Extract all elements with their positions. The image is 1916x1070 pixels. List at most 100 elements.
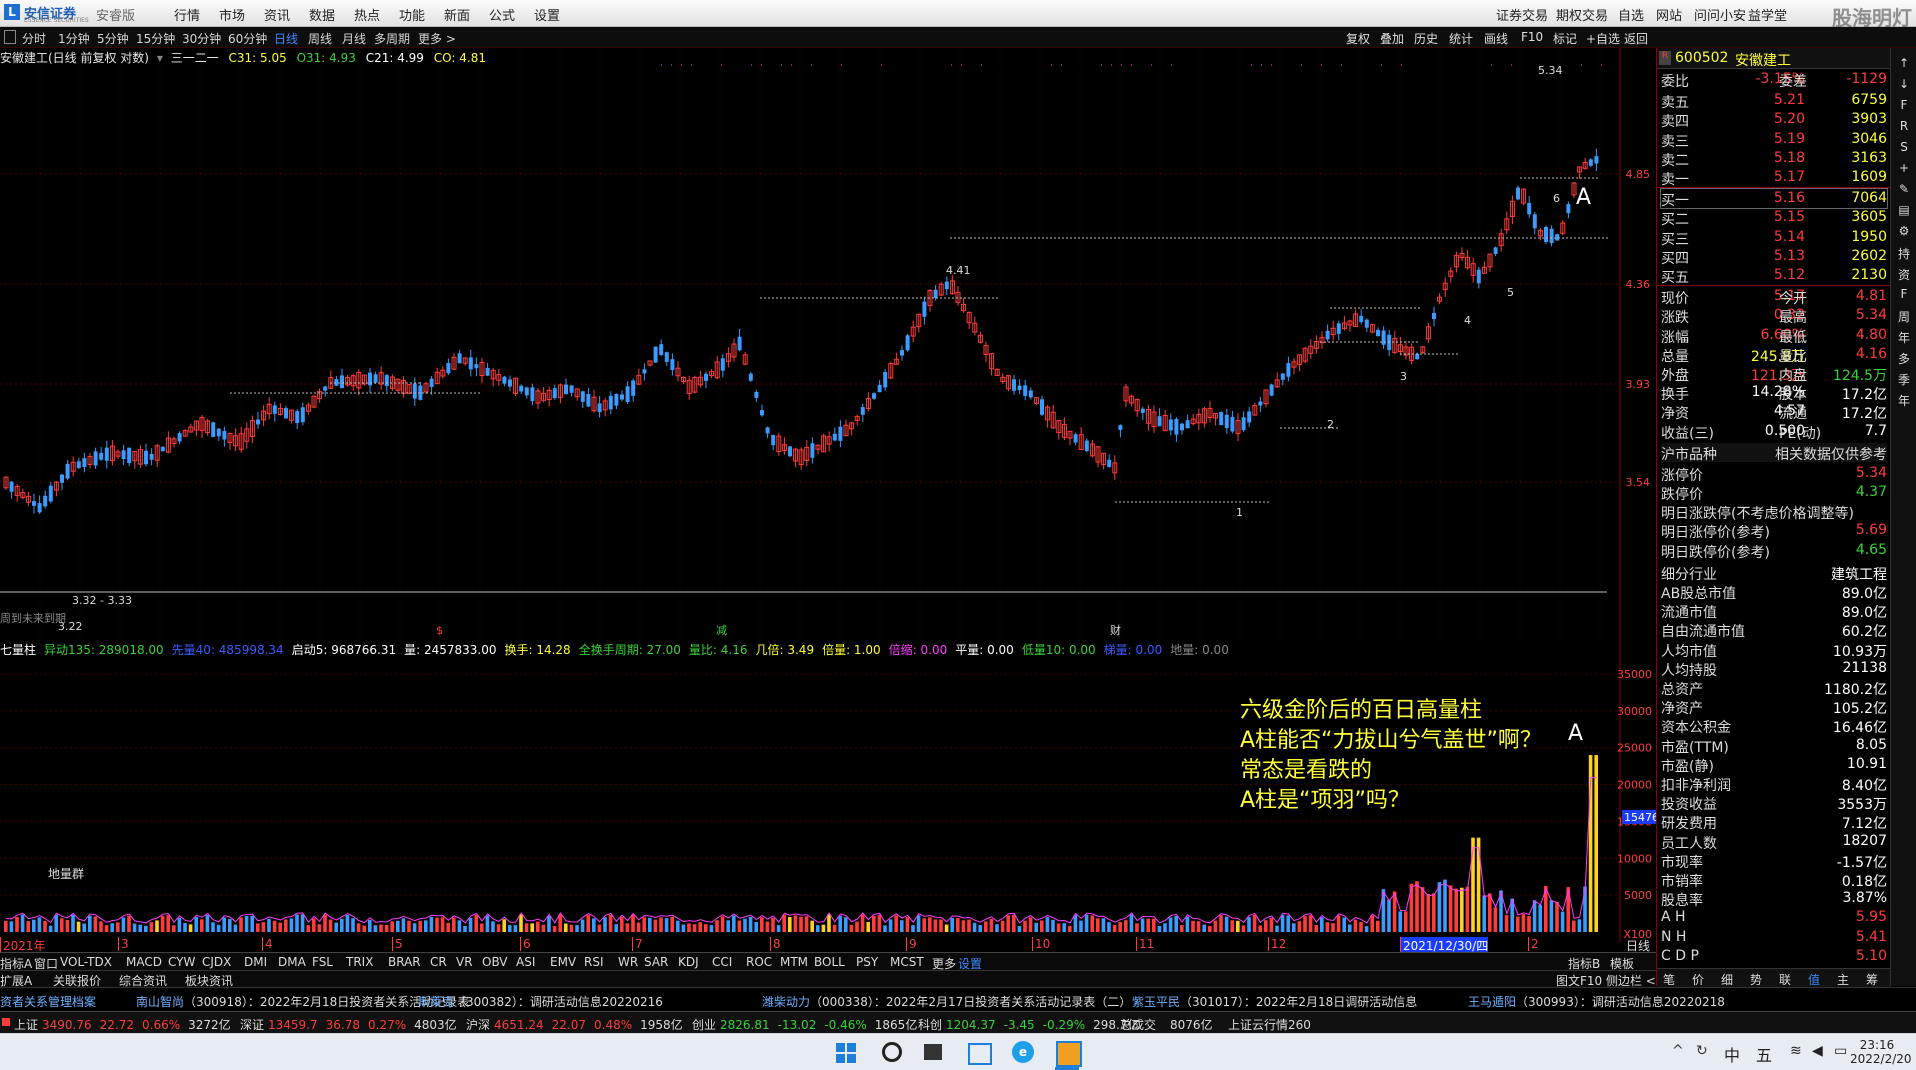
- indicator-tab-7[interactable]: DMI: [244, 955, 267, 969]
- side-tool-8[interactable]: ▤: [1895, 203, 1913, 221]
- news-item[interactable]: 王马遁阳（300993）：调研活动信息20220218: [1468, 993, 1725, 1010]
- news-item[interactable]: 资者关系管理档案: [0, 993, 96, 1010]
- indicator-tab-22[interactable]: ROC: [746, 955, 772, 969]
- chart-tool-5[interactable]: 画线: [1484, 30, 1508, 47]
- battery-icon[interactable]: ▭: [1834, 1043, 1847, 1059]
- widgets-icon[interactable]: [968, 1043, 992, 1065]
- side-tool-7[interactable]: ✎: [1895, 182, 1913, 200]
- clock[interactable]: 23:16 2022/2/20: [1850, 1038, 1912, 1066]
- menu-2[interactable]: 市场: [219, 5, 245, 24]
- menu-right-1[interactable]: 证券交易: [1496, 5, 1548, 24]
- menu-1[interactable]: 行情: [174, 5, 200, 24]
- chart-tool-6[interactable]: F10: [1521, 30, 1543, 44]
- indicator-tab-18[interactable]: WR: [618, 955, 638, 969]
- chart-tool-8[interactable]: +自选: [1586, 30, 1620, 47]
- news-item[interactable]: 潍柴动力（000338）：2022年2月17日投资者关系活动记录表（二）: [762, 993, 1131, 1010]
- side-tool-9[interactable]: ⚙: [1895, 224, 1913, 242]
- period-tab-11[interactable]: 更多 >: [418, 30, 456, 47]
- chart-tool-1[interactable]: 复权: [1346, 30, 1370, 47]
- menu-right-2[interactable]: 期权交易: [1556, 5, 1608, 24]
- indicator-tab-11[interactable]: BRAR: [388, 955, 421, 969]
- search-icon[interactable]: [882, 1042, 902, 1062]
- period-tab-2[interactable]: 1分钟: [58, 30, 90, 47]
- tray-arrow-icon[interactable]: ^: [1672, 1043, 1684, 1059]
- indicator-tab-9[interactable]: FSL: [312, 955, 333, 969]
- layout-icon[interactable]: [4, 30, 16, 44]
- menu-4[interactable]: 数据: [309, 5, 335, 24]
- chart-tool-3[interactable]: 历史: [1414, 30, 1438, 47]
- side-tool-10[interactable]: 持: [1895, 245, 1913, 263]
- menu-5[interactable]: 热点: [354, 5, 380, 24]
- app-running-icon[interactable]: [1056, 1041, 1082, 1067]
- quote-tab-7[interactable]: 主: [1837, 971, 1849, 988]
- menu-right-3[interactable]: 自选: [1618, 5, 1644, 24]
- ime-mode[interactable]: 五: [1756, 1042, 1772, 1066]
- indicator-tab-8[interactable]: DMA: [278, 955, 306, 969]
- side-tool-13[interactable]: 周: [1895, 308, 1913, 326]
- side-tool-1[interactable]: ↑: [1895, 56, 1913, 74]
- quote-tab-2[interactable]: 价: [1692, 971, 1704, 988]
- indicator-tab-4[interactable]: MACD: [126, 955, 162, 969]
- menu-6[interactable]: 功能: [399, 5, 425, 24]
- index-item[interactable]: 上证 3490.76 22.72 0.66% 3272亿: [14, 1016, 231, 1033]
- speaker-icon[interactable]: ◀: [1812, 1043, 1823, 1059]
- indicator-tab-26[interactable]: MCST: [890, 955, 924, 969]
- side-tool-5[interactable]: S: [1895, 140, 1913, 158]
- quote-tab-8[interactable]: 筹: [1866, 971, 1878, 988]
- index-item[interactable]: 创业 2826.81 -13.02 -0.46% 1865亿: [692, 1016, 917, 1033]
- quote-tab-6[interactable]: 值: [1808, 971, 1820, 988]
- task-view-icon[interactable]: [924, 1044, 942, 1060]
- period-tab-8[interactable]: 周线: [308, 30, 332, 47]
- menu-8[interactable]: 公式: [489, 5, 515, 24]
- period-tab-5[interactable]: 30分钟: [182, 30, 221, 47]
- period-tab-10[interactable]: 多周期: [374, 30, 410, 47]
- indicator-tab-20[interactable]: KDJ: [678, 955, 699, 969]
- tray-app-icon[interactable]: ↻: [1696, 1043, 1708, 1059]
- indicator-tab-12[interactable]: CR: [430, 955, 447, 969]
- chart-tool-7[interactable]: 标记: [1553, 30, 1577, 47]
- kline-chart[interactable]: 4.854.363.933.544.413.223.32 - 3.33周到未来到…: [0, 48, 1656, 640]
- indicator-tab-10[interactable]: TRIX: [346, 955, 373, 969]
- menu-7[interactable]: 新面: [444, 5, 470, 24]
- start-icon[interactable]: [836, 1043, 856, 1063]
- period-tab-9[interactable]: 月线: [342, 30, 366, 47]
- ime-lang[interactable]: 中: [1724, 1042, 1740, 1066]
- indicator-tab-13[interactable]: VR: [456, 955, 473, 969]
- side-tool-14[interactable]: 年: [1895, 329, 1913, 347]
- indicator-tab-17[interactable]: RSI: [584, 955, 604, 969]
- period-tab-1[interactable]: 分时: [22, 30, 46, 47]
- side-tool-6[interactable]: +: [1895, 161, 1913, 179]
- side-tool-17[interactable]: 年: [1895, 392, 1913, 410]
- period-tab-3[interactable]: 5分钟: [97, 30, 129, 47]
- index-item[interactable]: 科创 1204.37 -3.45 -0.29% 298.7亿: [918, 1016, 1140, 1033]
- indicator-tab-24[interactable]: BOLL: [814, 955, 845, 969]
- menu-right-4[interactable]: 网站: [1656, 5, 1682, 24]
- index-item[interactable]: 深证 13459.7 36.78 0.27% 4803亿: [240, 1016, 457, 1033]
- chart-tool-9[interactable]: 返回: [1624, 30, 1648, 47]
- side-tool-12[interactable]: F: [1895, 287, 1913, 305]
- menu-9[interactable]: 设置: [534, 5, 560, 24]
- indicator-tab-25[interactable]: PSY: [856, 955, 878, 969]
- indicator-tab-19[interactable]: SAR: [644, 955, 668, 969]
- quote-tab-4[interactable]: 势: [1750, 971, 1762, 988]
- indicator-tab-5[interactable]: CYW: [168, 955, 195, 969]
- side-tool-2[interactable]: ↓: [1895, 77, 1913, 95]
- menu-right-5[interactable]: 问问小安: [1694, 5, 1746, 24]
- period-tab-7[interactable]: 日线: [274, 30, 298, 47]
- indicator-tab-14[interactable]: OBV: [482, 955, 508, 969]
- index-item[interactable]: 沪深 4651.24 22.07 0.48% 1958亿: [466, 1016, 683, 1033]
- news-item[interactable]: 斯莱克（300382）：调研活动信息20220216: [418, 993, 663, 1010]
- indicator-tab-16[interactable]: EMV: [550, 955, 576, 969]
- news-item[interactable]: 紫玉平民（301017）：2022年2月18日调研活动信息: [1132, 993, 1417, 1010]
- indicator-tab-23[interactable]: MTM: [780, 955, 808, 969]
- chart-tool-4[interactable]: 统计: [1449, 30, 1473, 47]
- indicator-name[interactable]: 三一二一: [171, 51, 219, 65]
- side-tool-11[interactable]: 资: [1895, 266, 1913, 284]
- side-tool-15[interactable]: 多: [1895, 350, 1913, 368]
- side-tool-16[interactable]: 季: [1895, 371, 1913, 389]
- quote-tab-3[interactable]: 细: [1721, 971, 1733, 988]
- quote-tab-5[interactable]: 联: [1779, 971, 1791, 988]
- indicator-tab-3[interactable]: VOL-TDX: [60, 955, 112, 969]
- indicator-tab-21[interactable]: CCI: [712, 955, 732, 969]
- menu-right-6[interactable]: 益学堂: [1748, 5, 1787, 24]
